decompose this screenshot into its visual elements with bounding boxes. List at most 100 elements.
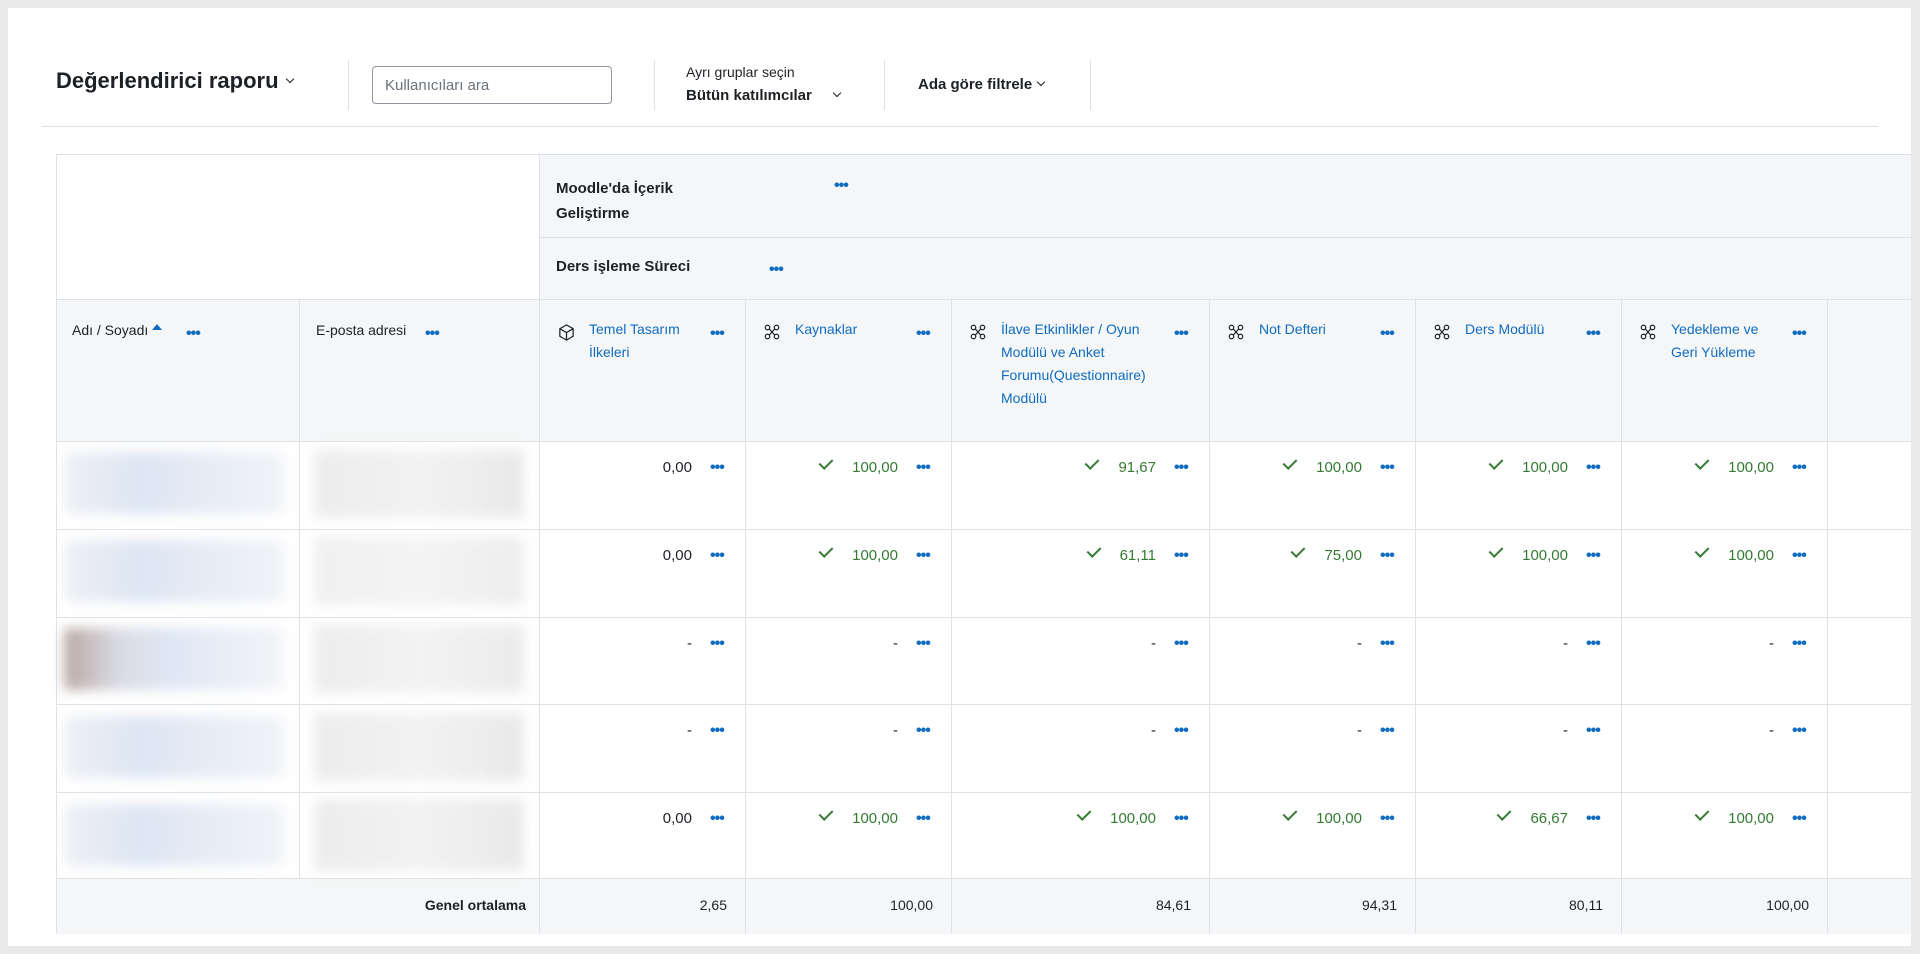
grade-cell-actions-icon[interactable]: ••• <box>916 460 931 476</box>
grade-cell-actions-icon[interactable]: ••• <box>1586 460 1601 476</box>
grade-cell[interactable]: 66,67 <box>1415 806 1568 827</box>
grid-line <box>1209 299 1210 934</box>
grade-cell-actions-icon[interactable]: ••• <box>916 723 931 739</box>
grade-cell-actions-icon[interactable]: ••• <box>1792 723 1807 739</box>
name-filter-dropdown[interactable]: Ada göre filtrele <box>918 76 1046 93</box>
grade-item-actions-icon[interactable]: ••• <box>1174 326 1189 342</box>
grade-cell[interactable]: - <box>1621 722 1774 739</box>
user-name-redacted[interactable] <box>64 804 284 866</box>
grade-cell-actions-icon[interactable]: ••• <box>1586 636 1601 652</box>
grade-cell[interactable]: 100,00 <box>1209 806 1362 827</box>
grade-cell-actions-icon[interactable]: ••• <box>1792 460 1807 476</box>
grade-cell-actions-icon[interactable]: ••• <box>710 723 725 739</box>
grade-item-header[interactable]: Kaynaklar <box>795 318 901 341</box>
grade-item-actions-icon[interactable]: ••• <box>1586 326 1601 342</box>
sort-ascending-icon[interactable] <box>152 324 163 330</box>
grade-cell-actions-icon[interactable]: ••• <box>916 548 931 564</box>
grade-cell-actions-icon[interactable]: ••• <box>1586 811 1601 827</box>
user-email-redacted <box>314 713 524 781</box>
grade-cell[interactable]: 100,00 <box>745 806 898 827</box>
grade-cell-actions-icon[interactable]: ••• <box>710 636 725 652</box>
grade-cell-actions-icon[interactable]: ••• <box>1174 811 1189 827</box>
grade-cell[interactable]: 75,00 <box>1209 543 1362 564</box>
grade-cell-actions-icon[interactable]: ••• <box>1380 811 1395 827</box>
grade-cell[interactable]: 0,00 <box>539 810 692 827</box>
grade-cell-actions-icon[interactable]: ••• <box>710 548 725 564</box>
grade-value: - <box>1357 635 1362 652</box>
grade-cell[interactable]: 100,00 <box>1415 543 1568 564</box>
grade-cell-actions-icon[interactable]: ••• <box>1174 636 1189 652</box>
column-header-email[interactable]: E-posta adresi <box>316 320 406 340</box>
grade-cell[interactable]: - <box>745 722 898 739</box>
grade-cell[interactable]: - <box>539 722 692 739</box>
grade-cell[interactable]: 100,00 <box>1621 455 1774 476</box>
report-selector[interactable]: Değerlendirici raporu <box>56 68 294 94</box>
grade-item-actions-icon[interactable]: ••• <box>916 326 931 342</box>
grade-item-header[interactable]: Yedekleme ve Geri Yükleme <box>1671 318 1777 364</box>
grade-cell[interactable]: 100,00 <box>1415 455 1568 476</box>
grade-cell[interactable]: - <box>1209 635 1362 652</box>
chevron-down-icon <box>1036 77 1046 87</box>
grade-cell-actions-icon[interactable]: ••• <box>1380 460 1395 476</box>
grade-cell-actions-icon[interactable]: ••• <box>1792 636 1807 652</box>
grade-item-header[interactable]: Ders Modülü <box>1465 318 1571 341</box>
grade-value: 100,00 <box>1522 547 1568 564</box>
grade-cell[interactable]: 100,00 <box>951 806 1156 827</box>
check-icon <box>1497 806 1512 821</box>
grade-cell[interactable]: - <box>1415 722 1568 739</box>
grade-item-header[interactable]: Temel Tasarım İlkeleri <box>589 318 695 364</box>
user-name-redacted[interactable] <box>64 540 284 602</box>
email-column-actions-icon[interactable]: ••• <box>425 326 440 342</box>
user-name-redacted[interactable] <box>64 452 284 514</box>
search-users-input[interactable] <box>372 66 612 104</box>
grid-line <box>56 792 1911 793</box>
name-column-actions-icon[interactable]: ••• <box>186 326 201 342</box>
grade-cell-actions-icon[interactable]: ••• <box>916 811 931 827</box>
grade-item-header[interactable]: Not Defteri <box>1259 318 1365 341</box>
grade-cell-actions-icon[interactable]: ••• <box>1380 548 1395 564</box>
grade-cell-actions-icon[interactable]: ••• <box>1174 723 1189 739</box>
grade-cell[interactable]: 91,67 <box>951 455 1156 476</box>
category-sub-actions-icon[interactable]: ••• <box>769 262 784 278</box>
grade-cell-actions-icon[interactable]: ••• <box>1380 636 1395 652</box>
grade-cell[interactable]: 100,00 <box>745 455 898 476</box>
grade-item-actions-icon[interactable]: ••• <box>710 326 725 342</box>
grade-cell-actions-icon[interactable]: ••• <box>1380 723 1395 739</box>
grade-value: 61,11 <box>1119 547 1156 564</box>
grade-cell[interactable]: - <box>951 722 1156 739</box>
grade-cell-actions-icon[interactable]: ••• <box>1174 460 1189 476</box>
grade-cell-actions-icon[interactable]: ••• <box>710 811 725 827</box>
grade-cell-actions-icon[interactable]: ••• <box>916 636 931 652</box>
grade-cell[interactable]: - <box>951 635 1156 652</box>
grade-cell-actions-icon[interactable]: ••• <box>1586 548 1601 564</box>
column-header-name[interactable]: Adı / Soyadı <box>72 320 163 340</box>
grade-cell[interactable]: 100,00 <box>745 543 898 564</box>
grader-table: Moodle'da İçerik Geliştirme ••• Ders işl… <box>56 154 1911 934</box>
grade-cell[interactable]: 61,11 <box>951 543 1156 564</box>
user-name-redacted[interactable] <box>64 716 284 778</box>
grade-cell-actions-icon[interactable]: ••• <box>1792 548 1807 564</box>
grade-item-actions-icon[interactable]: ••• <box>1380 326 1395 342</box>
grade-cell[interactable]: 100,00 <box>1621 543 1774 564</box>
group-selector[interactable]: Ayrı gruplar seçin Bütün katılımcılar <box>686 64 842 104</box>
grade-cell-actions-icon[interactable]: ••• <box>1174 548 1189 564</box>
check-icon <box>818 806 834 821</box>
grade-cell-actions-icon[interactable]: ••• <box>1792 811 1807 827</box>
user-name-redacted[interactable] <box>64 628 284 690</box>
grade-cell-actions-icon[interactable]: ••• <box>1586 723 1601 739</box>
grade-item-actions-icon[interactable]: ••• <box>1792 326 1807 342</box>
grade-item-header[interactable]: İlave Etkinlikler / Oyun Modülü ve Anket… <box>1001 318 1159 410</box>
grid-line <box>1827 299 1828 934</box>
grade-cell-actions-icon[interactable]: ••• <box>710 460 725 476</box>
grade-cell[interactable]: - <box>745 635 898 652</box>
grade-cell[interactable]: - <box>1621 635 1774 652</box>
grade-cell[interactable]: - <box>539 635 692 652</box>
category-course-actions-icon[interactable]: ••• <box>834 178 849 194</box>
module-icon <box>1227 323 1247 343</box>
grade-cell[interactable]: 0,00 <box>539 459 692 476</box>
grade-cell[interactable]: 100,00 <box>1621 806 1774 827</box>
grade-cell[interactable]: - <box>1415 635 1568 652</box>
grade-cell[interactable]: 0,00 <box>539 547 692 564</box>
grade-cell[interactable]: 100,00 <box>1209 455 1362 476</box>
grade-cell[interactable]: - <box>1209 722 1362 739</box>
